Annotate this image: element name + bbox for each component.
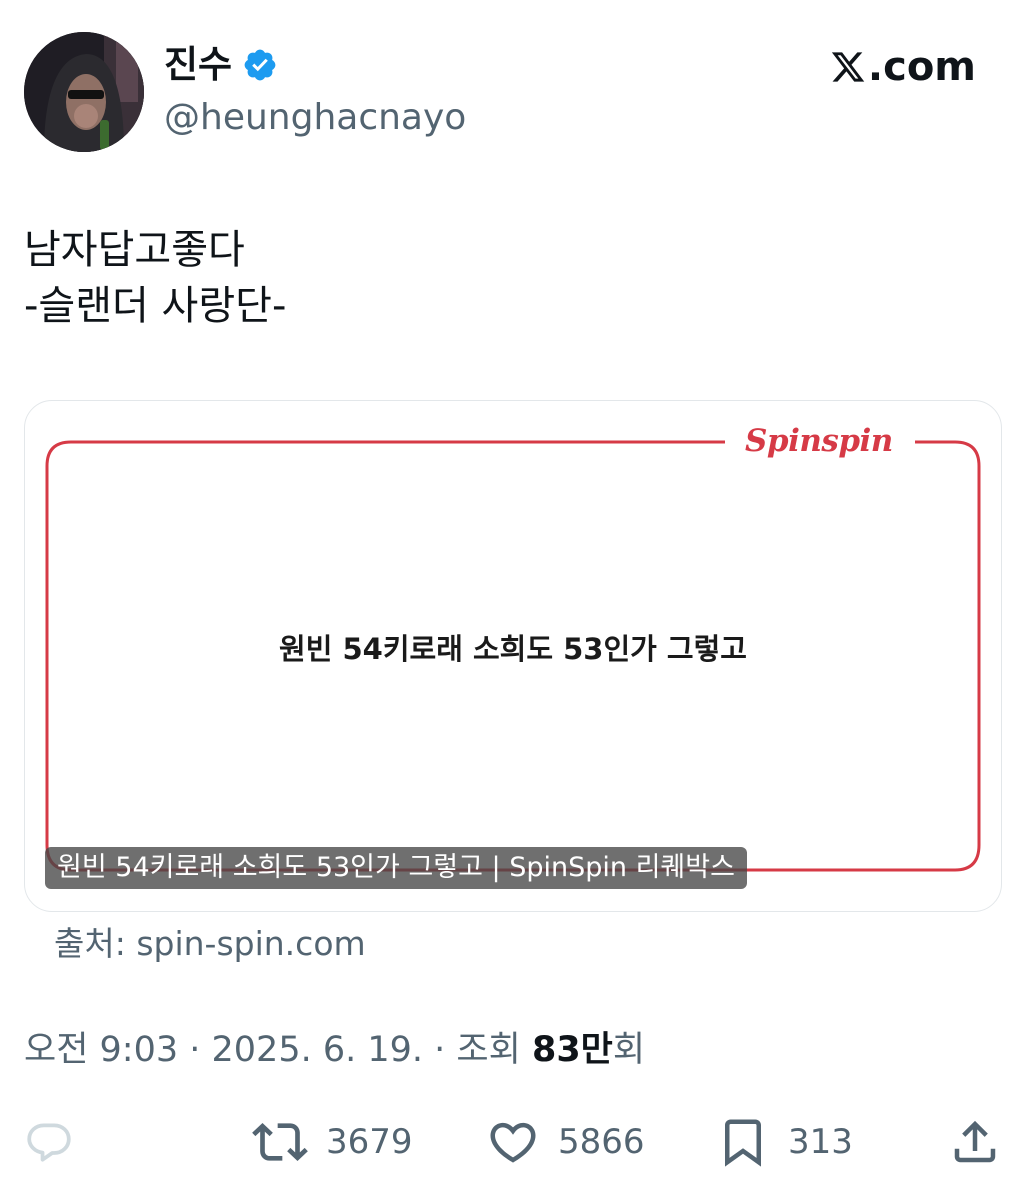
reply-button[interactable]	[24, 1112, 74, 1172]
display-name-text: 진수	[164, 43, 233, 86]
like-button[interactable]: 5866	[486, 1112, 645, 1172]
verified-badge-icon	[242, 47, 278, 83]
avatar-image	[24, 32, 144, 152]
card-source-link[interactable]: 출처: spin-spin.com	[54, 922, 366, 966]
retweet-count: 3679	[326, 1122, 413, 1162]
reply-icon	[27, 1123, 71, 1162]
bookmark-count: 313	[788, 1122, 853, 1162]
x-logo-icon	[831, 52, 865, 82]
author-display-name[interactable]: 진수	[164, 40, 278, 90]
tweet-text: 남자답고좋다 -슬랜더 사랑단-	[24, 227, 287, 329]
card-headline: 원빈 54키로래 소희도 53인가 그렇고	[279, 632, 747, 666]
tweet-meta: 오전 9:03 · 2025. 6. 19. · 조회 83만회	[24, 1026, 645, 1074]
site-label-text: .com	[867, 44, 976, 90]
like-count: 5866	[558, 1122, 645, 1162]
views-count: 83만	[531, 1030, 613, 1070]
bookmark-icon	[725, 1119, 761, 1167]
views-suffix: 회	[612, 1030, 646, 1070]
site-label: .com	[830, 44, 976, 90]
views-label: 조회	[456, 1030, 521, 1070]
spinspin-logo: Spinspin	[741, 421, 897, 461]
avatar[interactable]	[24, 32, 144, 152]
tweet-date[interactable]: 2025. 6. 19.	[212, 1030, 424, 1070]
retweet-icon	[252, 1123, 308, 1161]
heart-icon	[490, 1122, 536, 1163]
meta-separator: ·	[178, 1030, 212, 1070]
share-icon	[954, 1120, 996, 1163]
link-card[interactable]: Spinspin 원빈 54키로래 소희도 53인가 그렇고 원빈 54키로래 …	[24, 400, 1002, 912]
tweet-time[interactable]: 오전 9:03	[24, 1030, 178, 1070]
action-bar: 3679 5866 313	[0, 1112, 1024, 1172]
author-handle[interactable]: @heunghacnayo	[164, 95, 466, 141]
card-caption: 원빈 54키로래 소희도 53인가 그렇고 | SpinSpin 리퀘박스	[45, 847, 747, 889]
meta-separator: ·	[423, 1030, 457, 1070]
bookmark-button[interactable]: 313	[716, 1112, 853, 1172]
share-button[interactable]	[948, 1112, 1002, 1172]
retweet-button[interactable]: 3679	[252, 1112, 413, 1172]
